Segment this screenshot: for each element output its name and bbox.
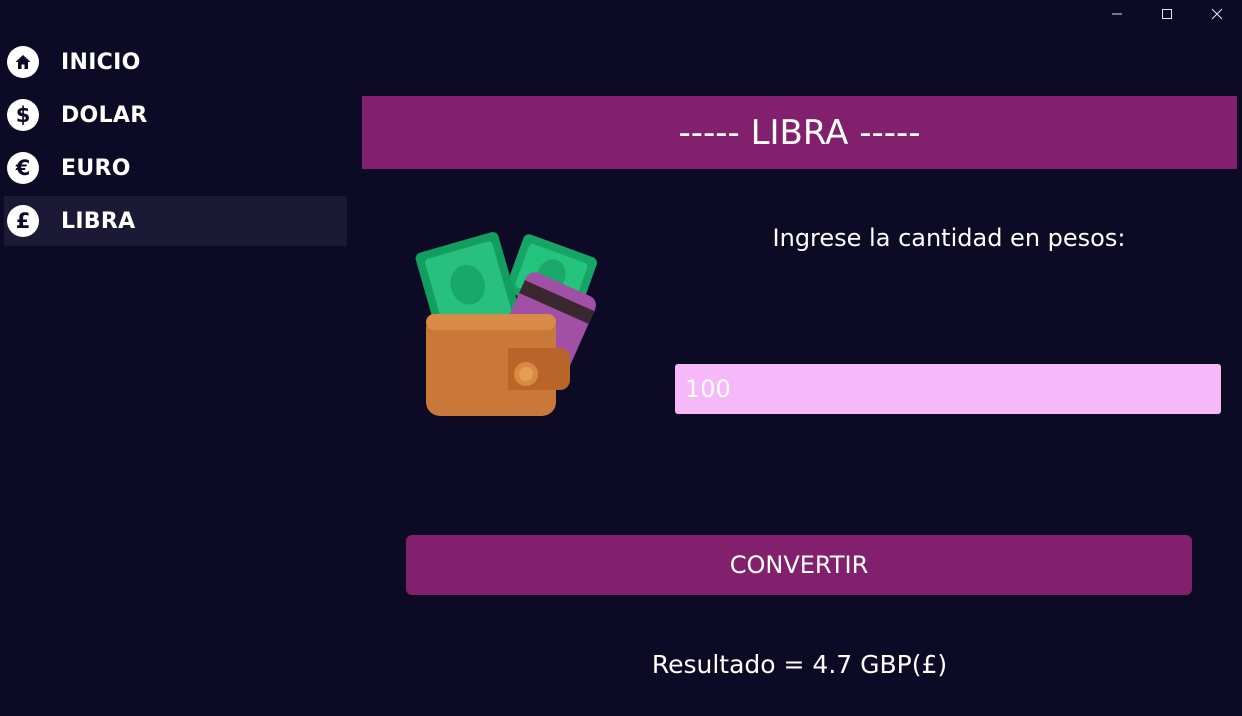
sidebar-item-label: EURO: [61, 155, 131, 181]
close-icon: [1211, 8, 1223, 20]
minimize-icon: [1112, 13, 1122, 15]
euro-icon: €: [7, 152, 39, 184]
page-title-banner: ----- LIBRA -----: [362, 96, 1237, 169]
wallet-with-cash-icon: [410, 222, 610, 422]
dollar-icon: $: [7, 99, 39, 131]
page-title: ----- LIBRA -----: [678, 112, 921, 153]
amount-input[interactable]: [675, 364, 1221, 414]
minimize-button[interactable]: [1092, 0, 1142, 28]
window-controls: [1092, 0, 1242, 28]
sidebar: INICIO $ DOLAR € EURO £ LIBRA: [0, 34, 350, 249]
sidebar-item-euro[interactable]: € EURO: [4, 143, 347, 193]
maximize-button[interactable]: [1142, 0, 1192, 28]
sidebar-item-libra[interactable]: £ LIBRA: [4, 196, 347, 246]
sidebar-item-dolar[interactable]: $ DOLAR: [4, 90, 347, 140]
maximize-icon: [1162, 9, 1172, 19]
sidebar-item-label: LIBRA: [61, 208, 136, 234]
convert-button[interactable]: CONVERTIR: [406, 535, 1192, 595]
amount-prompt: Ingrese la cantidad en pesos:: [772, 224, 1126, 252]
pound-icon: £: [7, 205, 39, 237]
sidebar-item-label: DOLAR: [61, 102, 148, 128]
close-button[interactable]: [1192, 0, 1242, 28]
result-text: Resultado = 4.7 GBP(£): [651, 650, 948, 679]
home-icon: [7, 46, 39, 78]
sidebar-item-label: INICIO: [61, 49, 141, 75]
sidebar-item-inicio[interactable]: INICIO: [4, 37, 347, 87]
